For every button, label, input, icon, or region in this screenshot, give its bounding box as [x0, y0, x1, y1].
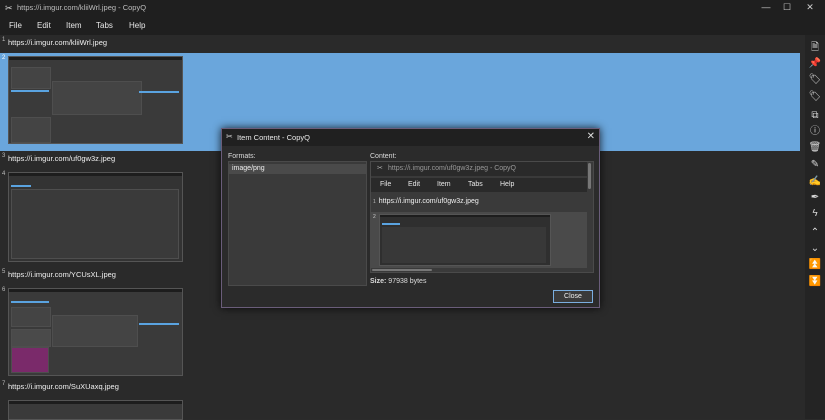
move-down-icon[interactable]: ⌄ [808, 242, 822, 256]
list-item[interactable] [0, 397, 800, 420]
close-button[interactable]: ✕ [803, 2, 817, 13]
window-title: https://i.imgur.com/kliiWrl.jpeg - CopyQ [17, 3, 147, 12]
row-number: 1 [373, 199, 376, 205]
minimize-button[interactable]: — [759, 2, 773, 12]
copyq-icon: ✂ [226, 132, 233, 141]
image-thumbnail [8, 400, 183, 420]
pen-icon[interactable]: ✒ [808, 191, 822, 205]
preview-title: https://i.imgur.com/uf0gw3z.jpeg - CopyQ [388, 165, 516, 172]
menu-edit[interactable]: Edit [37, 21, 51, 30]
preview-row: 1 https://i.imgur.com/uf0gw3z.jpeg [373, 198, 587, 205]
close-button[interactable]: Close [553, 290, 593, 303]
lightning-icon[interactable]: ϟ [808, 207, 822, 221]
row-number: 3 [2, 153, 6, 159]
menu-file[interactable]: File [9, 21, 22, 30]
item-text: https://i.imgur.com/kliiWrl.jpeg [8, 38, 108, 47]
format-item[interactable]: image/png [229, 164, 366, 174]
delete-icon[interactable]: 🗑 [808, 141, 822, 155]
item-content-dialog: ✂ Item Content - CopyQ ✕ Formats: image/… [221, 128, 600, 308]
copy-icon[interactable]: ⧉ [808, 109, 822, 123]
row-number: 1 [2, 37, 6, 43]
list-item[interactable]: 7 https://i.imgur.com/SuXUaxq.jpeg [0, 379, 800, 397]
info-icon[interactable]: ⓘ [808, 125, 822, 139]
preview-row-text: https://i.imgur.com/uf0gw3z.jpeg [378, 198, 479, 205]
menu-help[interactable]: Help [129, 21, 145, 30]
row-number: 6 [2, 287, 6, 293]
dialog-close-icon[interactable]: ✕ [587, 131, 595, 142]
image-thumbnail [379, 214, 551, 266]
menu-item[interactable]: Item [66, 21, 82, 30]
preview-menu-bar: File Edit Item Tabs Help [371, 178, 587, 192]
edit-icon[interactable]: ✎ [808, 158, 822, 172]
preview-menu-tabs: Tabs [468, 181, 483, 188]
preview-menu-item: Item [437, 181, 451, 188]
row-number: 4 [2, 171, 6, 177]
preview-menu-file: File [380, 181, 392, 188]
tag-icon[interactable]: 🏷 [808, 90, 822, 104]
row-number: 5 [2, 269, 6, 275]
row-number: 2 [2, 55, 6, 61]
title-bar: ✂ https://i.imgur.com/kliiWrl.jpeg - Cop… [0, 0, 825, 17]
vertical-scrollbar[interactable] [588, 163, 591, 189]
preview-title-bar: ✂ https://i.imgur.com/uf0gw3z.jpeg - Cop… [371, 162, 587, 176]
preview-menu-edit: Edit [408, 181, 421, 188]
formats-label: Formats: [228, 153, 256, 160]
image-thumbnail [8, 288, 183, 376]
menu-tabs[interactable]: Tabs [96, 21, 113, 30]
image-thumbnail [8, 56, 183, 144]
menu-bar: File Edit Item Tabs Help [0, 17, 825, 35]
pin-icon[interactable]: 📌 [808, 57, 822, 71]
size-label: Size: [370, 278, 387, 285]
copyq-icon: ✂ [5, 3, 13, 13]
tag-icon[interactable]: 🏷 [808, 73, 822, 87]
row-number: 7 [2, 381, 6, 387]
content-preview[interactable]: ✂ https://i.imgur.com/uf0gw3z.jpeg - Cop… [370, 161, 594, 273]
row-number: 2 [373, 214, 376, 220]
move-up-icon[interactable]: ⌃ [808, 226, 822, 240]
item-text: https://i.imgur.com/uf0gw3z.jpeg [8, 154, 116, 163]
list-item[interactable]: 1 https://i.imgur.com/kliiWrl.jpeg [0, 35, 800, 53]
item-text: https://i.imgur.com/YCUsXL.jpeg [8, 270, 116, 279]
content-label: Content: [370, 153, 397, 160]
size-info: Size: 97938 bytes [370, 278, 426, 285]
copyq-icon: ✂ [377, 165, 383, 172]
new-item-icon[interactable]: 🗎 [808, 41, 822, 55]
preview-menu-help: Help [500, 181, 515, 188]
move-top-icon[interactable]: ⏫ [808, 258, 822, 272]
move-bottom-icon[interactable]: ⏬ [808, 275, 822, 289]
item-text: https://i.imgur.com/SuXUaxq.jpeg [8, 382, 119, 391]
size-value: 97938 bytes [388, 278, 427, 285]
maximize-button[interactable]: ☐ [780, 2, 794, 13]
item-toolbar: 🗎 📌 🏷 🏷 ⧉ ⓘ 🗑 ✎ ✍ ✒ ϟ ⌃ ⌄ ⏫ ⏬ [805, 35, 825, 419]
image-thumbnail [8, 172, 183, 262]
dialog-title: Item Content - CopyQ [237, 133, 310, 142]
horizontal-scrollbar[interactable] [372, 269, 432, 271]
dialog-title-bar: ✂ Item Content - CopyQ ✕ [222, 129, 599, 146]
edit-notes-icon[interactable]: ✍ [808, 175, 822, 189]
formats-list[interactable]: image/png [228, 161, 367, 286]
preview-selected-row: 2 [371, 212, 587, 268]
